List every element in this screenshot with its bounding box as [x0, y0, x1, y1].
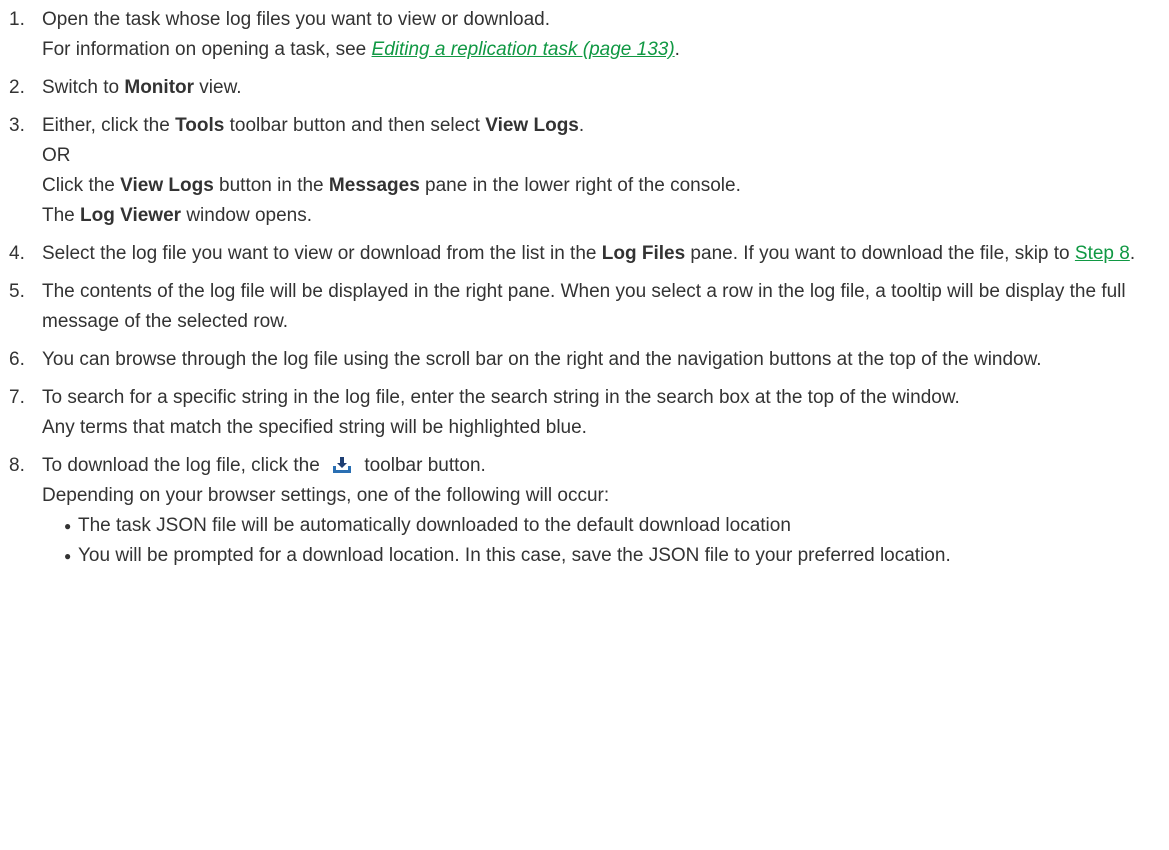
list-item: ● The task JSON file will be automaticall…	[64, 511, 1159, 541]
text-fragment: pane. If you want to download the file, …	[685, 243, 1075, 264]
text-fragment: The	[42, 205, 81, 226]
step-number: 5.	[9, 281, 25, 302]
step-text: To download the log file, click the tool…	[42, 451, 1159, 481]
step-text: To search for a specific string in the l…	[42, 387, 960, 408]
step-sentence: Open the task whose log files you want t…	[42, 9, 551, 30]
step-body: You can browse through the log file usin…	[42, 345, 1169, 375]
step-body: The contents of the log file will be dis…	[42, 277, 1169, 337]
text-fragment: To download the log file, click the	[42, 455, 326, 476]
step-4: 4. Select the log file you want to view …	[9, 239, 1169, 269]
step-text: Select the log file you want to view or …	[42, 239, 1159, 269]
text-fragment: Either, click the	[42, 115, 176, 136]
step-text: Switch to Monitor view.	[42, 73, 1159, 103]
step-text: Click the View Logs button in the Messag…	[42, 171, 1159, 201]
editing-task-link[interactable]: Editing a replication task (page 133)	[372, 39, 675, 60]
step-note-text: For information on opening a task, see	[42, 39, 372, 60]
step-body: Switch to Monitor view.	[42, 73, 1169, 103]
step-number: 3.	[9, 115, 25, 136]
step-number: 8.	[9, 455, 25, 476]
ui-term-tools: Tools	[175, 115, 225, 136]
punctuation: .	[578, 115, 585, 136]
step-note: For information on opening a task, see E…	[42, 35, 1159, 65]
punctuation: .	[1129, 243, 1136, 264]
bullet-icon: ●	[64, 519, 72, 533]
text-fragment: toolbar button.	[359, 455, 486, 476]
step-number: 1.	[9, 9, 25, 30]
text-fragment: Select the log file you want to view or …	[42, 243, 602, 264]
list-item-text: You will be prompted for a download loca…	[78, 545, 951, 566]
step-body: To download the log file, click the tool…	[42, 451, 1169, 571]
step-text: The contents of the log file will be dis…	[42, 281, 1126, 332]
text-fragment: Switch to	[42, 77, 125, 98]
step-body: Open the task whose log files you want t…	[42, 5, 1169, 65]
step-number: 2.	[9, 77, 25, 98]
step-body: To search for a specific string in the l…	[42, 383, 1169, 443]
text-fragment: toolbar button and then select	[224, 115, 486, 136]
step-result: The Log Viewer window opens.	[42, 201, 1159, 231]
step-1: 1. Open the task whose log files you wan…	[9, 5, 1169, 65]
ui-term-monitor: Monitor	[124, 77, 195, 98]
text-fragment: Click the	[42, 175, 121, 196]
step-text: Either, click the Tools toolbar button a…	[42, 111, 1159, 141]
step-8: 8. To download the log file, click the t…	[9, 451, 1169, 571]
step-result: Any terms that match the specified strin…	[42, 417, 587, 438]
step-body: Select the log file you want to view or …	[42, 239, 1169, 269]
step-6: 6. You can browse through the log file u…	[9, 345, 1169, 375]
step-text: Open the task whose log files you want t…	[42, 5, 1159, 35]
outcome-list: ● The task JSON file will be automaticall…	[42, 511, 1159, 571]
text-fragment: button in the	[213, 175, 329, 196]
procedure-document: 1. Open the task whose log files you wan…	[0, 0, 1169, 571]
step-3: 3. Either, click the Tools toolbar butto…	[9, 111, 1169, 231]
step-or: OR	[42, 145, 71, 166]
step-8-link[interactable]: Step 8	[1075, 243, 1130, 264]
step-5: 5. The contents of the log file will be …	[9, 277, 1169, 337]
step-number: 7.	[9, 387, 25, 408]
ui-term-view-logs: View Logs	[120, 175, 214, 196]
ui-term-log-viewer: Log Viewer	[80, 205, 182, 226]
ui-term-view-logs: View Logs	[485, 115, 579, 136]
text-fragment: view.	[194, 77, 242, 98]
ui-term-log-files: Log Files	[601, 243, 686, 264]
step-body: Either, click the Tools toolbar button a…	[42, 111, 1169, 231]
list-item-text: The task JSON file will be automatically…	[78, 515, 791, 536]
text-fragment: pane in the lower right of the console.	[419, 175, 741, 196]
step-number: 6.	[9, 349, 25, 370]
text-fragment: window opens.	[181, 205, 313, 226]
list-item: ● You will be prompted for a download loc…	[64, 541, 1159, 571]
step-2: 2. Switch to Monitor view.	[9, 73, 1169, 103]
download-icon	[331, 455, 353, 475]
step-7: 7. To search for a specific string in th…	[9, 383, 1169, 443]
ui-term-messages: Messages	[328, 175, 420, 196]
punctuation: .	[674, 39, 680, 60]
step-note: Depending on your browser settings, one …	[42, 485, 610, 506]
step-text: You can browse through the log file usin…	[42, 349, 1042, 370]
step-number: 4.	[9, 243, 25, 264]
bullet-icon: ●	[64, 549, 72, 563]
